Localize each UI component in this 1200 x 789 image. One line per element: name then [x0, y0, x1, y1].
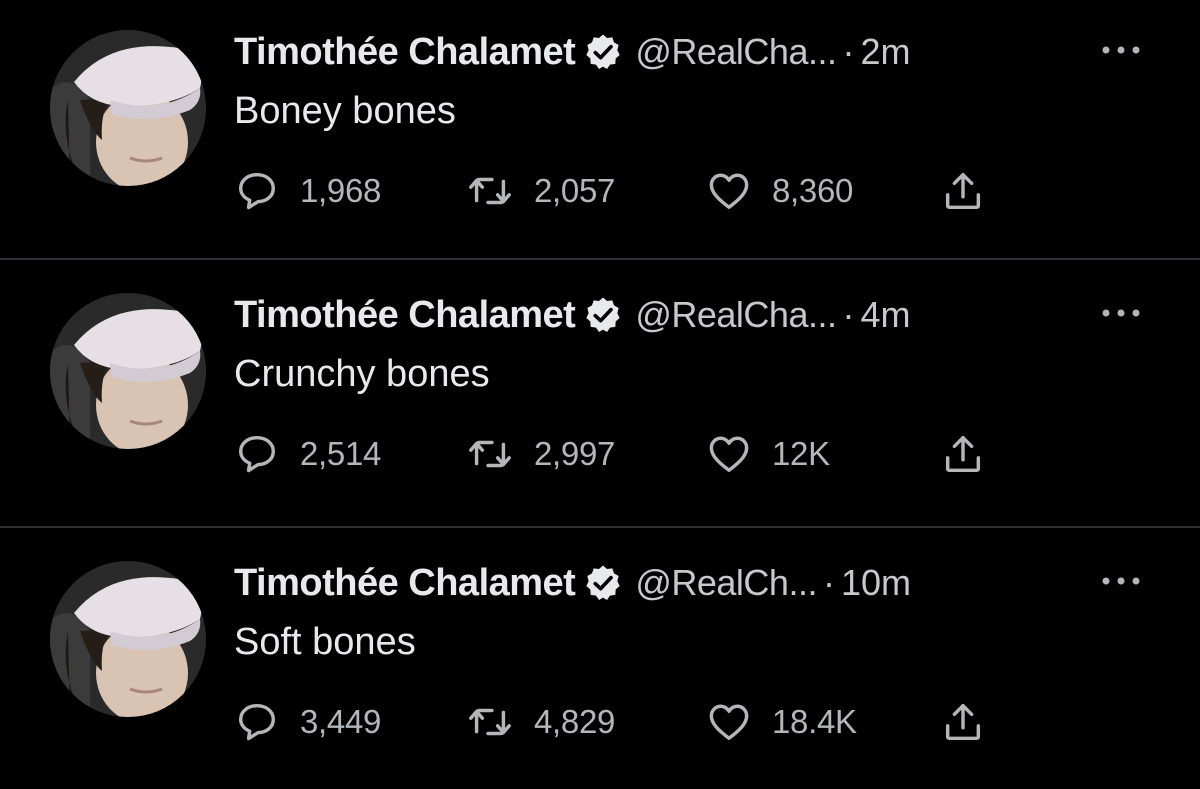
retweet-icon: [469, 440, 511, 468]
share-icon: [945, 172, 981, 210]
verified-badge-icon: [586, 34, 621, 69]
tweet-actions: 3,449 4,829 18.4K: [234, 697, 1034, 747]
like-icon: [709, 436, 749, 473]
retweet-count: 2,057: [534, 172, 616, 209]
separator-dot: ·: [842, 294, 855, 335]
reply-button[interactable]: 2,514: [234, 429, 381, 479]
retweet-button[interactable]: 2,997: [466, 429, 615, 479]
retweet-count: 4,829: [534, 703, 616, 740]
reply-count: 3,449: [300, 703, 382, 740]
tweet[interactable]: Timothée Chalamet @RealCh... · 10m Soft …: [0, 531, 1200, 789]
share-icon: [945, 703, 981, 741]
author-handle[interactable]: @RealCh...: [635, 562, 817, 604]
avatar[interactable]: [50, 293, 206, 449]
share-button[interactable]: [940, 429, 986, 479]
retweet-button[interactable]: 4,829: [466, 697, 615, 747]
tweet[interactable]: Timothée Chalamet @RealCha... · 2m Boney…: [0, 0, 1200, 258]
like-icon: [709, 704, 749, 741]
tweet-timestamp[interactable]: 4m: [860, 294, 910, 336]
verified-badge-icon: [586, 565, 621, 600]
tweet-divider: [0, 526, 1200, 528]
like-button[interactable]: 8,360: [706, 166, 853, 216]
tweet-timestamp[interactable]: 2m: [860, 31, 910, 73]
retweet-button[interactable]: 2,057: [466, 166, 615, 216]
author-handle[interactable]: @RealCha...: [635, 294, 837, 336]
author-name[interactable]: Timothée Chalamet: [234, 294, 576, 337]
tweet[interactable]: Timothée Chalamet @RealCha... · 4m Crunc…: [0, 263, 1200, 521]
like-button[interactable]: 12K: [706, 429, 830, 479]
tweet-divider: [0, 258, 1200, 260]
tweet-actions: 2,514 2,997 12K: [234, 429, 1034, 479]
like-icon: [709, 173, 749, 210]
like-button[interactable]: 18.4K: [706, 697, 857, 747]
reply-button[interactable]: 1,968: [234, 166, 381, 216]
share-icon: [945, 435, 981, 473]
tweet-text: Boney bones: [234, 90, 456, 132]
separator-dot: ·: [842, 31, 855, 72]
like-count: 18.4K: [772, 703, 857, 740]
reply-count: 2,514: [300, 435, 382, 472]
retweet-icon: [469, 708, 511, 736]
author-name[interactable]: Timothée Chalamet: [234, 562, 576, 605]
like-count: 12K: [772, 435, 830, 472]
tweet-actions: 1,968 2,057 8,360: [234, 166, 1034, 216]
separator-dot: ·: [822, 562, 835, 603]
more-icon[interactable]: [1098, 38, 1144, 62]
reply-icon: [238, 172, 276, 210]
reply-count: 1,968: [300, 172, 382, 209]
tweet-feed: Timothée Chalamet @RealCha... · 2m Boney…: [0, 0, 1200, 764]
share-button[interactable]: [940, 166, 986, 216]
reply-button[interactable]: 3,449: [234, 697, 381, 747]
author-handle[interactable]: @RealCha...: [635, 31, 837, 73]
avatar[interactable]: [50, 30, 206, 186]
retweet-icon: [469, 177, 511, 205]
retweet-count: 2,997: [534, 435, 616, 472]
verified-badge-icon: [586, 297, 621, 332]
avatar[interactable]: [50, 561, 206, 717]
author-name[interactable]: Timothée Chalamet: [234, 31, 576, 74]
tweet-timestamp[interactable]: 10m: [841, 562, 911, 604]
tweet-text: Crunchy bones: [234, 353, 490, 395]
tweet-header: Timothée Chalamet @RealCha... · 2m: [234, 28, 911, 76]
like-count: 8,360: [772, 172, 854, 209]
share-button[interactable]: [940, 697, 986, 747]
tweet-header: Timothée Chalamet @RealCha... · 4m: [234, 291, 911, 339]
tweet-text: Soft bones: [234, 621, 416, 663]
reply-icon: [238, 435, 276, 473]
reply-icon: [238, 703, 276, 741]
more-icon[interactable]: [1098, 569, 1144, 593]
more-icon[interactable]: [1098, 301, 1144, 325]
tweet-header: Timothée Chalamet @RealCh... · 10m: [234, 559, 911, 607]
